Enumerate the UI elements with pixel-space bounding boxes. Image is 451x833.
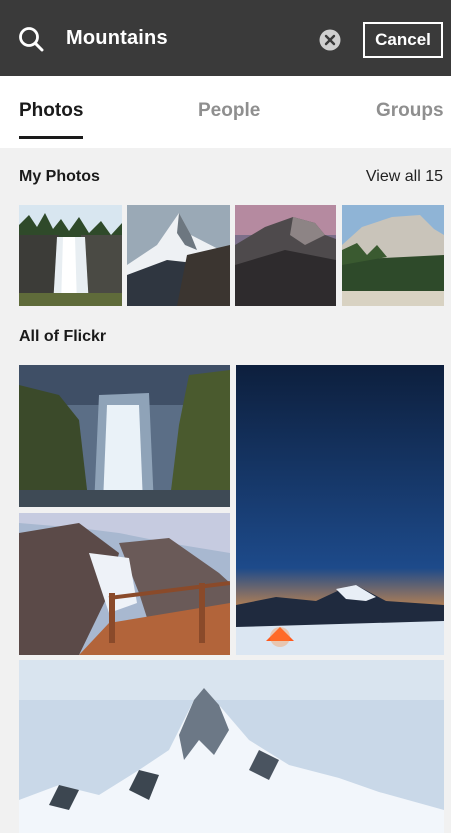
search-input[interactable]: Mountains bbox=[66, 27, 168, 50]
flickr-photo-boardwalk-falls[interactable] bbox=[19, 513, 230, 655]
flickr-photo-waterfall[interactable] bbox=[19, 365, 230, 507]
my-photo-half-dome-sunset[interactable] bbox=[235, 205, 336, 306]
cancel-button[interactable]: Cancel bbox=[363, 22, 443, 58]
my-photo-waterfall[interactable] bbox=[19, 205, 122, 306]
my-photos-title: My Photos bbox=[19, 168, 100, 185]
tab-photos[interactable]: Photos bbox=[19, 100, 83, 122]
tab-people[interactable]: People bbox=[198, 100, 260, 122]
clear-search-icon[interactable] bbox=[319, 29, 341, 51]
search-results[interactable]: My Photos View all 15 All of Flickr bbox=[0, 148, 451, 833]
all-of-flickr-title: All of Flickr bbox=[19, 328, 107, 345]
flickr-photo-snow-peak[interactable] bbox=[19, 660, 444, 833]
my-photo-matterhorn[interactable] bbox=[127, 205, 230, 306]
search-icon[interactable] bbox=[18, 26, 44, 52]
my-photo-half-dome-meadow[interactable] bbox=[342, 205, 444, 306]
view-all-link[interactable]: View all 15 bbox=[366, 168, 443, 186]
search-bar: Mountains Cancel bbox=[0, 0, 451, 76]
flickr-photo-starry-tent[interactable] bbox=[236, 365, 444, 655]
active-tab-indicator bbox=[19, 136, 83, 139]
tab-groups[interactable]: Groups bbox=[376, 100, 444, 122]
search-tabs: Photos People Groups bbox=[0, 76, 451, 148]
